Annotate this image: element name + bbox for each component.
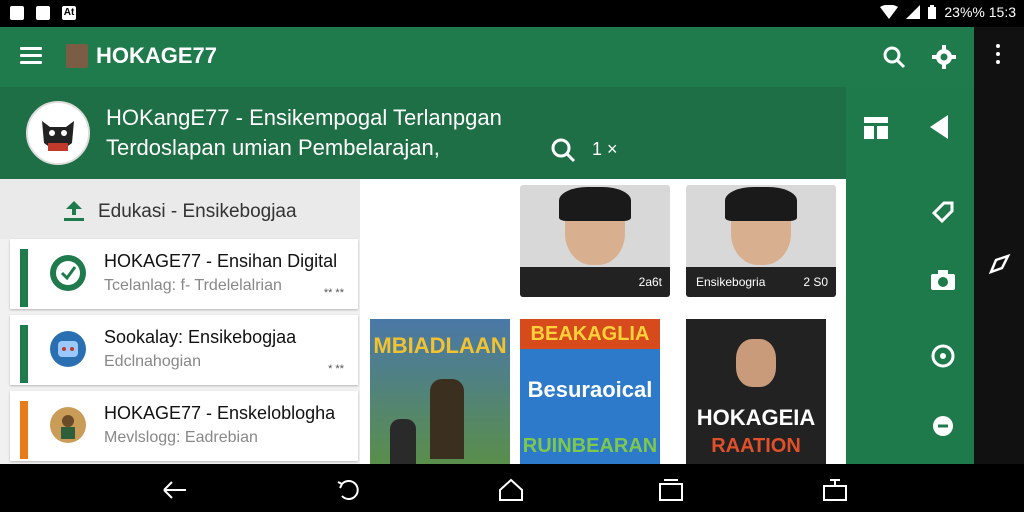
- content-grid: 2a6t Ensikebogria 2 S0 MBIADLAAN BEAKAGL…: [360, 179, 846, 465]
- poster-title: HOKAGEIA: [696, 405, 816, 430]
- image-icon: [10, 6, 24, 20]
- header-card: HOKangE77 - Ensikempogal Terlanpgan Terd…: [0, 87, 846, 179]
- refresh-icon[interactable]: [930, 413, 956, 439]
- chat-icon: [50, 255, 86, 291]
- app-title: HOKAGE77: [96, 43, 218, 68]
- upload-icon: [64, 201, 84, 221]
- side-rail: [846, 87, 974, 464]
- overflow-menu-icon[interactable]: [996, 44, 1000, 68]
- poster-footer: RUINBEARAN: [522, 435, 658, 457]
- list-item-title: HOKAGE77 - Enskeloblogha: [104, 403, 336, 423]
- layout-icon[interactable]: [864, 117, 888, 139]
- right-strip: [974, 27, 1024, 464]
- list-item-meta: * **: [328, 363, 344, 375]
- zoom-icon[interactable]: [550, 137, 576, 163]
- photo-count: 2a6t: [638, 275, 662, 289]
- screenshot-icon[interactable]: [822, 478, 848, 502]
- photo-count: 2 S0: [803, 275, 828, 289]
- search-icon[interactable]: [882, 45, 906, 69]
- list-item[interactable]: HOKAGE77 - Enskeloblogha Mevlslogg: Eadr…: [10, 391, 358, 461]
- wifi-icon: [880, 5, 899, 19]
- list-item-meta: ** **: [323, 287, 344, 299]
- play-left-icon[interactable]: [930, 115, 948, 139]
- poster-footer: RAATION: [711, 435, 801, 457]
- poster-thumbnail[interactable]: BEAKAGLIA Besuraoical RUINBEARAN: [520, 319, 660, 465]
- list-header-label: Edukasi - Ensikebogjaa: [98, 201, 297, 222]
- signal-icon: [906, 5, 921, 19]
- card-accent-bar: [20, 249, 28, 307]
- card-accent-bar: [20, 325, 28, 383]
- text-icon: At: [62, 6, 76, 20]
- poster-title: BEAKAGLIA: [530, 323, 650, 345]
- poster-thumbnail[interactable]: MBIADLAAN: [370, 319, 510, 465]
- poster-thumbnail[interactable]: HOKAGEIA RAATION: [686, 319, 826, 465]
- list-item-subtitle: Tcelanlag: f- Trdelelalrian: [104, 277, 282, 294]
- status-right: 23%% 15:3: [880, 4, 1016, 20]
- list-header[interactable]: Edukasi - Ensikebogjaa: [0, 179, 360, 239]
- app-avatar: [66, 44, 88, 68]
- app-bar: HOKAGE77: [0, 27, 974, 87]
- robot-icon: [50, 331, 86, 367]
- status-time: 23%% 15:3: [944, 4, 1016, 20]
- list-item-subtitle: Edclnahogian: [104, 353, 201, 370]
- tag-icon[interactable]: [930, 199, 956, 225]
- list-item-title: HOKAGE77 - Ensihan Digital: [104, 251, 338, 271]
- menu-icon[interactable]: [20, 47, 42, 65]
- back-icon[interactable]: [162, 480, 188, 500]
- header-subtitle: Terdoslapan umian Pembelarajan,: [106, 135, 440, 160]
- edit-icon[interactable]: [988, 252, 1012, 276]
- poster-title: MBIADLAAN: [373, 333, 507, 358]
- list-panel: Edukasi - Ensikebogjaa HOKAGE77 - Ensiha…: [0, 179, 360, 464]
- navigation-bar: [0, 464, 1024, 512]
- site-logo: [26, 101, 90, 165]
- poster-subtitle: Besuraoical: [527, 377, 653, 402]
- photo-caption: Ensikebogria: [696, 275, 766, 289]
- list-item[interactable]: Sookalay: Ensikebogjaa Edclnahogian * **: [10, 315, 358, 385]
- list-item[interactable]: HOKAGE77 - Ensihan Digital Tcelanlag: f-…: [10, 239, 358, 309]
- home-icon[interactable]: [498, 478, 524, 502]
- list-item-subtitle: Mevlslogg: Eadrebian: [104, 429, 258, 446]
- header-title: HOKangE77 - Ensikempogal Terlanpgan: [106, 105, 502, 130]
- battery-icon: [928, 5, 937, 19]
- undo-icon[interactable]: [336, 478, 362, 502]
- photo-thumbnail[interactable]: Ensikebogria 2 S0: [686, 185, 836, 297]
- list-item-title: Sookalay: Ensikebogjaa: [104, 327, 297, 347]
- status-bar: At 23%% 15:3: [0, 0, 1024, 27]
- zoom-value: 1 ×: [592, 139, 618, 159]
- location-icon[interactable]: [930, 343, 956, 369]
- character-icon: [50, 407, 86, 443]
- message-icon: [36, 6, 50, 20]
- card-accent-bar: [20, 401, 28, 459]
- photo-thumbnail[interactable]: 2a6t: [520, 185, 670, 297]
- gear-icon[interactable]: [932, 45, 956, 69]
- camera-icon[interactable]: [930, 269, 956, 291]
- recents-icon[interactable]: [658, 478, 684, 502]
